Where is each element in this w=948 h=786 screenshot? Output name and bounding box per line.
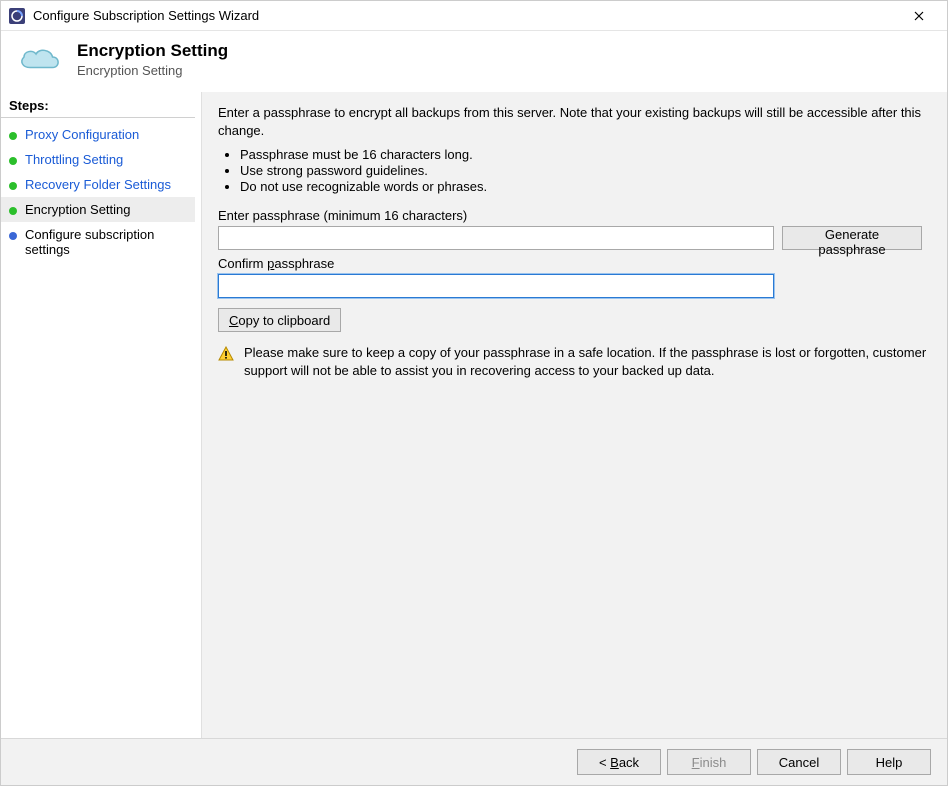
- button-prefix: <: [599, 755, 610, 770]
- button-suffix: ack: [619, 755, 639, 770]
- step-label: Encryption Setting: [25, 202, 131, 217]
- button-suffix: inish: [700, 755, 727, 770]
- finish-button[interactable]: Finish: [667, 749, 751, 775]
- cloud-icon: [15, 43, 63, 77]
- rule-item: Do not use recognizable words or phrases…: [240, 179, 931, 194]
- warning-text: Please make sure to keep a copy of your …: [244, 344, 931, 379]
- step-label: Proxy Configuration: [25, 127, 139, 142]
- step-bullet-icon: [9, 232, 17, 240]
- step-encryption-setting[interactable]: Encryption Setting: [1, 197, 195, 222]
- intro-text: Enter a passphrase to encrypt all backup…: [218, 104, 931, 139]
- rule-item: Use strong password guidelines.: [240, 163, 931, 178]
- header-texts: Encryption Setting Encryption Setting: [77, 41, 228, 78]
- wizard-footer: < Back Finish Cancel Help: [1, 738, 947, 785]
- step-bullet-icon: [9, 157, 17, 165]
- generate-passphrase-button[interactable]: Generate passphrase: [782, 226, 922, 250]
- rule-item: Passphrase must be 16 characters long.: [240, 147, 931, 162]
- wizard-window: Configure Subscription Settings Wizard E…: [0, 0, 948, 786]
- steps-heading: Steps:: [1, 92, 195, 118]
- label-suffix: assphrase: [274, 256, 334, 271]
- enter-passphrase-label: Enter passphrase (minimum 16 characters): [218, 208, 931, 223]
- step-label: Configure subscription settings: [25, 227, 187, 257]
- warning-row: Please make sure to keep a copy of your …: [218, 344, 931, 379]
- steps-sidebar: Steps: Proxy Configuration Throttling Se…: [1, 92, 201, 738]
- step-bullet-icon: [9, 207, 17, 215]
- close-icon: [914, 11, 924, 21]
- step-proxy-configuration[interactable]: Proxy Configuration: [1, 122, 195, 147]
- back-button[interactable]: < Back: [577, 749, 661, 775]
- enter-passphrase-input[interactable]: [218, 226, 774, 250]
- step-label: Recovery Folder Settings: [25, 177, 171, 192]
- passphrase-rules: Passphrase must be 16 characters long. U…: [240, 147, 931, 194]
- steps-list: Proxy Configuration Throttling Setting R…: [1, 122, 195, 262]
- step-bullet-icon: [9, 182, 17, 190]
- confirm-passphrase-input[interactable]: [218, 274, 774, 298]
- close-button[interactable]: [899, 2, 939, 30]
- button-mnemonic: C: [229, 313, 238, 328]
- header-band: Encryption Setting Encryption Setting: [1, 31, 947, 92]
- page-subtitle: Encryption Setting: [77, 63, 228, 78]
- button-mnemonic: B: [610, 755, 619, 770]
- warning-icon: [218, 346, 234, 362]
- step-throttling-setting[interactable]: Throttling Setting: [1, 147, 195, 172]
- body: Steps: Proxy Configuration Throttling Se…: [1, 92, 947, 738]
- step-bullet-icon: [9, 132, 17, 140]
- step-configure-subscription-settings[interactable]: Configure subscription settings: [1, 222, 195, 262]
- page-title: Encryption Setting: [77, 41, 228, 61]
- label-prefix: Confirm: [218, 256, 267, 271]
- app-icon: [9, 8, 25, 24]
- copy-to-clipboard-button[interactable]: Copy to clipboard: [218, 308, 341, 332]
- window-title: Configure Subscription Settings Wizard: [33, 8, 899, 23]
- enter-passphrase-row: Generate passphrase: [218, 226, 931, 250]
- button-suffix: opy to clipboard: [238, 313, 330, 328]
- button-mnemonic: F: [692, 755, 700, 770]
- content-pane: Enter a passphrase to encrypt all backup…: [201, 92, 947, 738]
- title-bar: Configure Subscription Settings Wizard: [1, 1, 947, 31]
- confirm-passphrase-label: Confirm passphrase: [218, 256, 931, 271]
- help-button[interactable]: Help: [847, 749, 931, 775]
- step-label: Throttling Setting: [25, 152, 123, 167]
- step-recovery-folder-settings[interactable]: Recovery Folder Settings: [1, 172, 195, 197]
- cancel-button[interactable]: Cancel: [757, 749, 841, 775]
